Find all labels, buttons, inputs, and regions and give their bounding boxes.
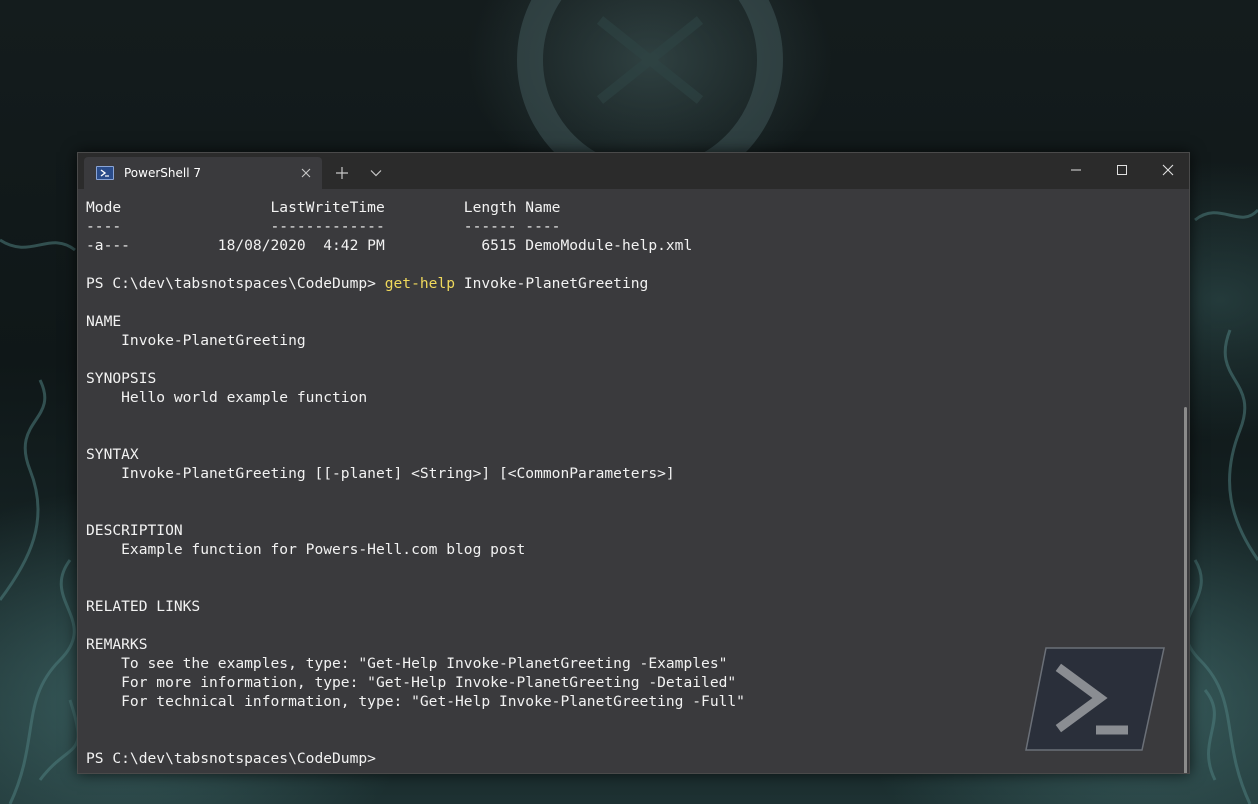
terminal-line: PS C:\dev\tabsnotspaces\CodeDump> get-he… bbox=[86, 274, 745, 293]
terminal-line: -a--- 18/08/2020 4:42 PM 6515 DemoModule… bbox=[86, 237, 693, 254]
terminal-line: Invoke-PlanetGreeting bbox=[86, 332, 306, 349]
terminal-line: NAME bbox=[86, 313, 122, 330]
scrollbar[interactable] bbox=[1184, 407, 1187, 773]
terminal-line: Invoke-PlanetGreeting [[-planet] <String… bbox=[86, 465, 675, 482]
tab-dropdown-button[interactable] bbox=[364, 161, 388, 185]
terminal-line: SYNOPSIS bbox=[86, 370, 157, 387]
minimize-button[interactable] bbox=[1053, 153, 1099, 187]
terminal-line: REMARKS bbox=[86, 636, 148, 653]
terminal-window: PowerShell 7 Mode LastWriteTime Length N… bbox=[77, 152, 1190, 774]
powershell-icon bbox=[96, 166, 114, 180]
terminal-line: For technical information, type: "Get-He… bbox=[86, 693, 745, 710]
maximize-button[interactable] bbox=[1099, 153, 1145, 187]
maximize-icon bbox=[1117, 165, 1127, 175]
new-tab-button[interactable] bbox=[330, 161, 354, 185]
terminal-lines: Mode LastWriteTime Length Name ---- -----… bbox=[86, 198, 745, 768]
close-icon[interactable] bbox=[298, 165, 314, 181]
close-window-button[interactable] bbox=[1145, 153, 1191, 187]
tab-powershell[interactable]: PowerShell 7 bbox=[84, 157, 322, 189]
terminal-line: DESCRIPTION bbox=[86, 522, 183, 539]
command-args: Invoke-PlanetGreeting bbox=[455, 275, 649, 292]
title-bar[interactable]: PowerShell 7 bbox=[78, 153, 1189, 189]
plus-icon bbox=[336, 167, 348, 179]
prompt-text: PS C:\dev\tabsnotspaces\CodeDump> bbox=[86, 275, 385, 292]
terminal-line: Hello world example function bbox=[86, 389, 368, 406]
chevron-down-icon bbox=[370, 170, 382, 177]
terminal-line: To see the examples, type: "Get-Help Inv… bbox=[86, 655, 728, 672]
terminal-line: Mode LastWriteTime Length Name bbox=[86, 199, 561, 216]
terminal-line: For more information, type: "Get-Help In… bbox=[86, 674, 737, 691]
close-icon bbox=[1162, 164, 1174, 176]
terminal-line: RELATED LINKS bbox=[86, 598, 201, 615]
terminal-line: SYNTAX bbox=[86, 446, 139, 463]
command-text: get-help bbox=[384, 275, 456, 292]
minimize-icon bbox=[1071, 169, 1081, 171]
terminal-output[interactable]: Mode LastWriteTime Length Name ---- -----… bbox=[78, 189, 1189, 773]
terminal-line: PS C:\dev\tabsnotspaces\CodeDump> bbox=[86, 750, 376, 767]
terminal-line: ---- ------------- ------ ---- bbox=[86, 218, 561, 235]
powershell-logo bbox=[1025, 647, 1165, 751]
terminal-line: Example function for Powers-Hell.com blo… bbox=[86, 541, 526, 558]
tab-title: PowerShell 7 bbox=[124, 166, 202, 180]
